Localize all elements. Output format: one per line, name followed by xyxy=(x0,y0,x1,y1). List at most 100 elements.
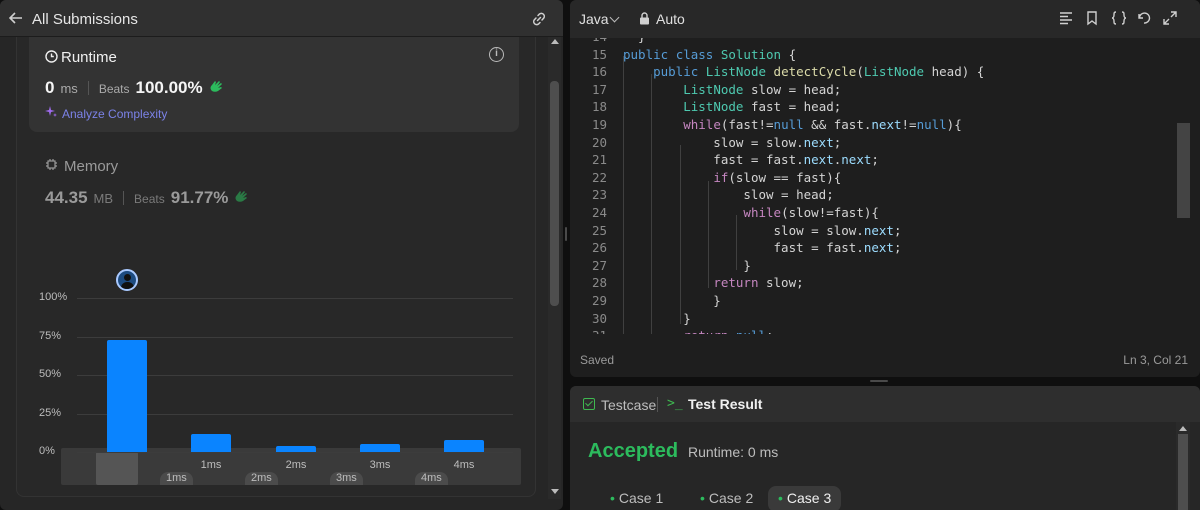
panel-resize-handle[interactable] xyxy=(565,227,567,241)
left-scrollbar[interactable] xyxy=(548,37,561,499)
chart-bar[interactable] xyxy=(360,444,400,452)
code-text: while(fast!=null && fast.next!=null){ xyxy=(683,117,962,132)
case-label: Case 1 xyxy=(618,490,664,506)
cursor-position: Ln 3, Col 21 xyxy=(1123,353,1188,367)
arrow-left-icon[interactable] xyxy=(8,11,23,29)
scroll-down-arrow[interactable] xyxy=(551,489,559,494)
code-text: fast = fast.next.next; xyxy=(623,152,879,168)
code-line: 30 } xyxy=(570,310,1180,328)
code-line: 16 public ListNode detectCycle(ListNode … xyxy=(570,63,1180,81)
undo-icon[interactable] xyxy=(1136,10,1154,28)
code-line: 22 if(slow == fast){ xyxy=(570,169,1180,187)
case-tab-2[interactable]: • Case 2 xyxy=(690,486,763,510)
case-tab-1[interactable]: • Case 1 xyxy=(600,486,673,510)
app-root: All Submissions Runtime i 0 ms Beats 100… xyxy=(0,0,1200,510)
gridline xyxy=(77,452,513,453)
scroll-up-arrow[interactable] xyxy=(551,39,559,44)
code-text: public class Solution { xyxy=(623,46,797,62)
memory-section[interactable]: Memory xyxy=(45,158,118,175)
line-number: 31 xyxy=(570,327,607,334)
user-avatar xyxy=(116,269,138,291)
memory-stats: 44.35 MB Beats 91.77% xyxy=(45,188,250,208)
result-runtime: Runtime: 0 ms xyxy=(688,444,779,460)
link-icon[interactable] xyxy=(530,10,548,33)
runtime-value: 0 xyxy=(45,78,55,97)
chart-bar[interactable] xyxy=(444,439,484,452)
submission-header: All Submissions xyxy=(0,0,563,37)
chart-bar[interactable] xyxy=(107,339,147,452)
clap-icon xyxy=(209,79,225,98)
expand-icon[interactable] xyxy=(1162,10,1180,28)
test-panel: Testcase >_ Test Result Accepted Runtime… xyxy=(570,386,1200,510)
code-line: 19 while(fast!=null && fast.next!=null){ xyxy=(570,116,1180,134)
sparkle-icon xyxy=(45,106,57,121)
x-tick-label: 3ms xyxy=(369,459,391,471)
code-line: 24 while(slow!=fast){ xyxy=(570,204,1180,222)
code-line: 25 slow = slow.next; xyxy=(570,222,1180,240)
y-tick-label: 25% xyxy=(39,406,62,419)
pass-dot-icon: • xyxy=(778,490,783,506)
minimap-label: 3ms xyxy=(330,472,363,485)
tab-test-result[interactable]: Test Result xyxy=(688,396,762,412)
tab-testcase[interactable]: Testcase xyxy=(601,397,656,413)
runtime-beats-value: 100.00% xyxy=(135,78,203,97)
memory-unit: MB xyxy=(93,191,114,206)
lock-icon xyxy=(639,12,650,30)
memory-label: Memory xyxy=(64,158,119,175)
case-label: Case 2 xyxy=(708,490,754,506)
info-icon[interactable]: i xyxy=(489,47,504,62)
divider xyxy=(123,191,125,205)
test-scrollbar[interactable] xyxy=(1176,422,1190,510)
mode-label[interactable]: Auto xyxy=(656,11,685,27)
code-text: if(slow == fast){ xyxy=(713,169,842,185)
editor-toolbar: Java Auto xyxy=(570,0,1200,38)
code-area[interactable]: 14 }15public class Solution {16 public L… xyxy=(570,38,1200,334)
memory-beats-value: 91.77% xyxy=(170,188,229,207)
bookmark-icon[interactable] xyxy=(1084,10,1102,28)
y-tick-label: 50% xyxy=(39,368,62,380)
minimap-label: 2ms xyxy=(245,472,278,485)
pass-dot-icon: • xyxy=(610,490,615,506)
panel-resize-handle[interactable] xyxy=(870,380,888,382)
editor-status-bar: Saved Ln 3, Col 21 xyxy=(570,340,1200,377)
code-text: } xyxy=(623,310,691,326)
runtime-unit: ms xyxy=(60,81,78,96)
case-tab-3[interactable]: • Case 3 xyxy=(768,486,842,510)
scroll-thumb[interactable] xyxy=(1178,434,1188,510)
line-number: 27 xyxy=(591,257,607,273)
code-line: 31 return null; xyxy=(570,327,1180,334)
chart-bar[interactable] xyxy=(191,433,231,452)
code-text: return slow; xyxy=(713,275,804,291)
runtime-card[interactable]: Runtime i 0 ms Beats 100.00% Analyze Com… xyxy=(29,37,519,132)
runtime-beats-label: Beats xyxy=(98,82,130,96)
language-select[interactable]: Java xyxy=(579,11,609,27)
minimap-label: 4ms xyxy=(415,472,448,485)
scroll-up-arrow[interactable] xyxy=(1179,426,1187,431)
chevron-down-icon[interactable] xyxy=(609,12,620,23)
editor-scrollbar[interactable] xyxy=(1176,38,1190,334)
chart-bar[interactable] xyxy=(276,445,316,452)
code-line: 17 ListNode slow = head; xyxy=(570,81,1180,99)
line-number: 18 xyxy=(591,99,607,115)
test-tabs: Testcase >_ Test Result xyxy=(570,386,1200,422)
editor-scroll-thumb[interactable] xyxy=(1177,123,1190,218)
result-status: Accepted xyxy=(588,440,679,462)
code-text: } xyxy=(623,293,721,308)
analyze-complexity-button[interactable]: Analyze Complexity xyxy=(45,106,167,121)
code-text: ListNode slow = head; xyxy=(683,81,842,97)
code-line: 29 } xyxy=(570,292,1180,310)
code-text: public ListNode detectCycle(ListNode hea… xyxy=(653,64,985,80)
all-submissions-link[interactable]: All Submissions xyxy=(32,11,138,28)
code-line: 23 slow = head; xyxy=(570,186,1180,204)
divider xyxy=(87,81,89,95)
line-number: 21 xyxy=(591,152,607,168)
braces-icon[interactable] xyxy=(1110,10,1128,28)
y-tick-label: 75% xyxy=(39,329,62,342)
line-number: 16 xyxy=(591,64,607,80)
format-icon[interactable] xyxy=(1058,10,1076,28)
submission-detail: Runtime i 0 ms Beats 100.00% Analyze Com… xyxy=(16,37,536,497)
memory-beats-label: Beats xyxy=(134,192,165,206)
range-handle[interactable] xyxy=(96,452,138,485)
scroll-thumb[interactable] xyxy=(550,81,559,306)
x-tick-label: 4ms xyxy=(453,459,475,471)
